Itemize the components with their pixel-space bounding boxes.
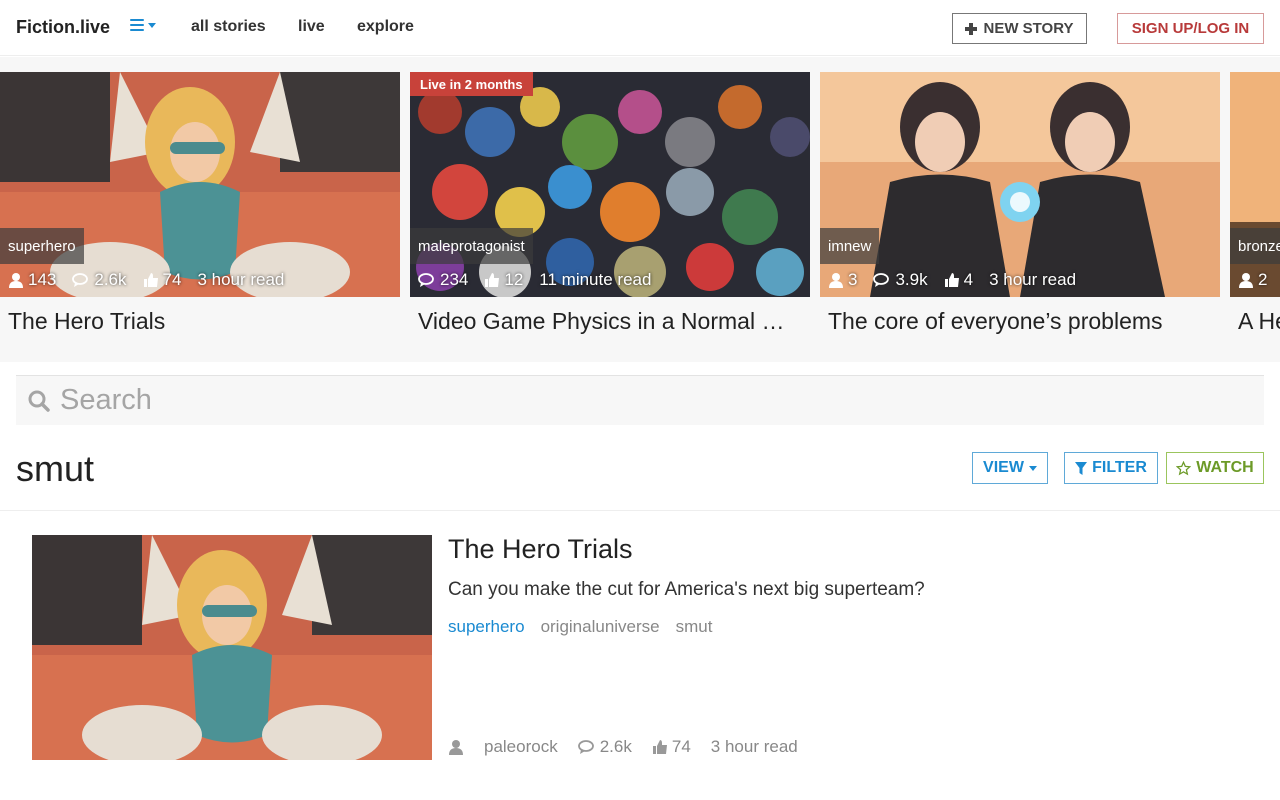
featured-carousel: superhero 143 2.6k 74 3 hour read The He… bbox=[0, 57, 1280, 362]
nav-explore[interactable]: explore bbox=[357, 18, 414, 36]
card-stats: 3 3.9k 4 3 hour read bbox=[828, 270, 1076, 290]
comments-icon bbox=[418, 273, 434, 287]
card-tag[interactable]: maleprotagonist bbox=[410, 228, 533, 264]
read-time: 3 hour read bbox=[710, 737, 798, 756]
chevron-down-icon bbox=[1028, 465, 1037, 471]
comments-count: 2.6k bbox=[94, 270, 127, 289]
comments-stat: 2.6k bbox=[577, 737, 632, 757]
tag-link[interactable]: superhero bbox=[448, 617, 525, 637]
watch-button[interactable]: WATCH bbox=[1166, 452, 1264, 484]
story-title[interactable]: The Hero Trials bbox=[448, 534, 633, 565]
comments-icon bbox=[577, 740, 594, 754]
menu-toggle[interactable] bbox=[130, 19, 156, 31]
likes-stat: 4 bbox=[944, 270, 973, 290]
card-stats: 143 2.6k 74 3 hour read bbox=[8, 270, 284, 290]
author-name: paleorock bbox=[484, 737, 558, 756]
read-time: 3 hour read bbox=[989, 270, 1077, 289]
thumbs-up-icon bbox=[652, 740, 667, 754]
comments-count: 3.9k bbox=[895, 270, 928, 289]
plus-icon bbox=[965, 22, 978, 35]
likes-count: 74 bbox=[671, 737, 691, 756]
list-item: The Hero Trials Can you make the cut for… bbox=[0, 512, 1280, 800]
readers-count: 143 bbox=[28, 270, 57, 289]
comments-stat: 2.6k bbox=[72, 270, 127, 290]
author[interactable]: paleorock bbox=[448, 737, 558, 757]
card-title[interactable]: The core of everyone’s problems bbox=[828, 308, 1213, 335]
readers-stat: 2 bbox=[1238, 270, 1267, 290]
search-icon bbox=[28, 390, 50, 412]
comments-icon bbox=[72, 273, 89, 287]
live-badge: Live in 2 months bbox=[410, 72, 533, 96]
read-time: 3 hour read bbox=[197, 270, 285, 289]
nav-live[interactable]: live bbox=[298, 18, 325, 36]
page-title: smut bbox=[16, 448, 95, 489]
user-icon bbox=[449, 740, 463, 755]
featured-card[interactable]: imnew 3 3.9k 4 3 hour read The core of e… bbox=[820, 72, 1220, 362]
likes-count: 74 bbox=[162, 270, 182, 289]
signup-login-button[interactable]: SIGN UP/LOG IN bbox=[1117, 13, 1264, 44]
results-header: smut VIEW FILTER WATCH bbox=[0, 426, 1280, 511]
featured-card[interactable]: bronze 2 A He bbox=[1230, 72, 1280, 362]
star-icon bbox=[1176, 460, 1192, 475]
likes-count: 4 bbox=[963, 270, 974, 289]
nav-all-stories[interactable]: all stories bbox=[191, 18, 266, 36]
featured-card[interactable]: Live in 2 months maleprotagonist 234 12 … bbox=[410, 72, 810, 362]
readers-count: 2 bbox=[1258, 270, 1268, 289]
card-stats: 234 12 11 minute read bbox=[418, 270, 651, 290]
hamburger-icon bbox=[130, 19, 144, 31]
view-label: VIEW bbox=[983, 459, 1024, 476]
likes-stat: 74 bbox=[652, 737, 691, 757]
story-meta: paleorock 2.6k 74 3 hour read bbox=[448, 737, 798, 757]
card-title[interactable]: The Hero Trials bbox=[8, 308, 393, 335]
thumbs-up-icon bbox=[143, 273, 158, 287]
filter-label: FILTER bbox=[1092, 459, 1147, 476]
top-navigation: Fiction.live all stories live explore NE… bbox=[0, 0, 1280, 56]
search-bar bbox=[16, 375, 1264, 425]
view-button[interactable]: VIEW bbox=[972, 452, 1048, 484]
comments-icon bbox=[873, 273, 890, 287]
readers-count: 3 bbox=[848, 270, 858, 289]
watch-label: WATCH bbox=[1196, 459, 1254, 476]
thumbs-up-icon bbox=[485, 273, 500, 287]
card-stats: 2 bbox=[1238, 270, 1267, 290]
comments-count: 234 bbox=[440, 270, 469, 289]
brand-logo[interactable]: Fiction.live bbox=[16, 17, 110, 38]
comments-count: 2.6k bbox=[599, 737, 632, 756]
thumbs-up-icon bbox=[944, 273, 959, 287]
card-tag[interactable]: bronze bbox=[1230, 228, 1280, 264]
chevron-down-icon bbox=[148, 22, 156, 28]
search-input[interactable] bbox=[60, 384, 1240, 417]
card-title[interactable]: A He bbox=[1238, 308, 1280, 335]
new-story-button[interactable]: NEW STORY bbox=[952, 13, 1087, 44]
card-tag[interactable]: imnew bbox=[820, 228, 880, 264]
featured-card[interactable]: superhero 143 2.6k 74 3 hour read The He… bbox=[0, 72, 400, 362]
tag-link[interactable]: originaluniverse bbox=[541, 617, 660, 637]
readers-stat: 143 bbox=[8, 270, 56, 290]
readers-stat: 3 bbox=[828, 270, 857, 290]
likes-stat: 12 bbox=[484, 270, 523, 290]
new-story-label: NEW STORY bbox=[983, 20, 1074, 37]
story-tags: superhero originaluniverse smut bbox=[448, 617, 712, 637]
story-description: Can you make the cut for America's next … bbox=[448, 579, 925, 600]
story-cover-image bbox=[820, 72, 1220, 297]
user-icon bbox=[9, 273, 23, 288]
comments-stat: 3.9k bbox=[873, 270, 928, 290]
filter-button[interactable]: FILTER bbox=[1064, 452, 1158, 484]
user-icon bbox=[829, 273, 843, 288]
story-thumbnail[interactable] bbox=[32, 535, 432, 760]
likes-count: 12 bbox=[504, 270, 524, 289]
likes-stat: 74 bbox=[143, 270, 182, 290]
user-icon bbox=[1239, 273, 1253, 288]
comments-stat: 234 bbox=[418, 270, 468, 290]
tag-link[interactable]: smut bbox=[676, 617, 713, 637]
read-time: 11 minute read bbox=[539, 270, 652, 289]
filter-icon bbox=[1075, 461, 1088, 475]
card-title[interactable]: Video Game Physics in a Normal … bbox=[418, 308, 803, 335]
card-tag[interactable]: superhero bbox=[0, 228, 84, 264]
